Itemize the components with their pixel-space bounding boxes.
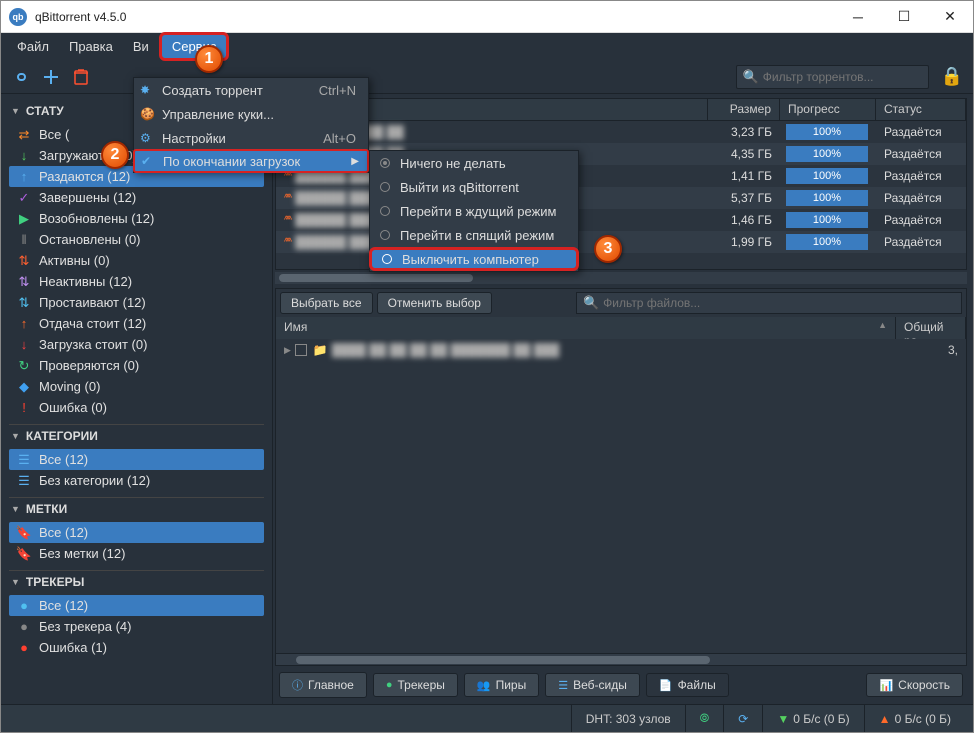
window-title: qBittorrent v4.5.0 [35, 10, 835, 24]
sidebar-item[interactable]: ⇅Активны (0) [9, 250, 264, 271]
torrent-row[interactable]: ^^^██████ ████ ██3,23 ГБ100%Раздаётся [276, 121, 966, 143]
onfinish-submenu: Ничего не делать Выйти из qBittorrent Пе… [369, 150, 579, 272]
detail-tabs: ⓘГлавное ●Трекеры 👥Пиры ☰Веб-сиды 📄Файлы… [275, 670, 967, 700]
menu-file[interactable]: Файл [7, 35, 59, 58]
sidebar-item[interactable]: ▶Возобновлены (12) [9, 208, 264, 229]
status-ul[interactable]: ▲0 Б/с (0 Б) [864, 705, 965, 732]
file-col-size[interactable]: Общий ра [896, 317, 966, 339]
sidebar-item[interactable]: ☰Без категории (12) [9, 470, 264, 491]
tab-trackers[interactable]: ●Трекеры [373, 673, 458, 697]
menu-cookies[interactable]: 🍪Управление куки... [134, 102, 368, 126]
file-name: ████ ██ ██ ██ ██ ███████ ██ ███ [332, 343, 559, 357]
tab-webseeds[interactable]: ☰Веб-сиды [545, 673, 640, 697]
submenu-exit[interactable]: Выйти из qBittorrent [370, 175, 578, 199]
status-net-icon[interactable]: ⦾ [685, 705, 724, 732]
sidebar-item[interactable]: ⇅Простаивают (12) [9, 292, 264, 313]
torrent-hscroll[interactable] [275, 272, 967, 284]
sidebar-head-tags[interactable]: ▼МЕТКИ [9, 497, 264, 522]
status-dl[interactable]: ▼0 Б/с (0 Б) [762, 705, 863, 732]
sidebar-item[interactable]: ‖Остановлены (0) [9, 229, 264, 250]
menu-settings[interactable]: ⚙НастройкиAlt+O [134, 126, 368, 150]
sidebar-item[interactable]: ●Ошибка (1) [9, 637, 264, 658]
file-filter-input[interactable] [603, 296, 955, 310]
submenu-shutdown[interactable]: Выключить компьютер [369, 247, 579, 271]
minimize-button[interactable]: ─ [835, 1, 881, 33]
sidebar-item[interactable]: !Ошибка (0) [9, 397, 264, 418]
submenu-suspend[interactable]: Перейти в ждущий режим [370, 199, 578, 223]
sidebar-item[interactable]: ●Все (12) [9, 595, 264, 616]
delete-icon[interactable] [67, 64, 95, 90]
add-icon[interactable] [37, 64, 65, 90]
submenu-hibernate[interactable]: Перейти в спящий режим [370, 223, 578, 247]
menubar: Файл Правка Ви Сервис [1, 33, 973, 60]
sidebar-item[interactable]: ↓Загрузка стоит (0) [9, 334, 264, 355]
callout-1: 1 [195, 45, 223, 73]
maximize-button[interactable]: ☐ [881, 1, 927, 33]
sidebar-head-trackers[interactable]: ▼ТРЕКЕРЫ [9, 570, 264, 595]
sidebar-item[interactable]: ◆Moving (0) [9, 376, 264, 397]
col-status[interactable]: Статус [876, 99, 966, 120]
callout-3: 3 [594, 235, 622, 263]
sidebar-item[interactable]: ⇅Неактивны (12) [9, 271, 264, 292]
search-icon: 🔍 [583, 295, 599, 311]
file-col-name[interactable]: Имя▲ [276, 317, 896, 339]
file-row[interactable]: ▶ 📁 ████ ██ ██ ██ ██ ███████ ██ ███ 3, [276, 339, 966, 361]
select-all-button[interactable]: Выбрать все [280, 292, 373, 314]
tab-files[interactable]: 📄Файлы [646, 673, 729, 697]
tab-speed[interactable]: 📊Скорость [866, 673, 963, 697]
menu-create-torrent[interactable]: ✸Создать торрентCtrl+N [134, 78, 368, 102]
torrent-header: Размер Прогресс Статус [276, 99, 966, 121]
sidebar-item[interactable]: 🔖Без метки (12) [9, 543, 264, 564]
torrent-filter-input[interactable] [763, 70, 922, 84]
sidebar-item[interactable]: ☰Все (12) [9, 449, 264, 470]
col-progress[interactable]: Прогресс [780, 99, 876, 120]
col-size[interactable]: Размер [708, 99, 780, 120]
file-filter[interactable]: 🔍 [576, 292, 962, 314]
detail-panel: Выбрать все Отменить выбор 🔍 Имя▲ Общий … [275, 288, 967, 666]
deselect-button[interactable]: Отменить выбор [377, 292, 492, 314]
tab-peers[interactable]: 👥Пиры [464, 673, 539, 697]
sidebar-item[interactable]: ↑Отдача стоит (12) [9, 313, 264, 334]
callout-2: 2 [101, 141, 129, 169]
detail-toolbar: Выбрать все Отменить выбор 🔍 [276, 289, 966, 317]
file-checkbox[interactable] [295, 344, 307, 356]
detail-hscroll[interactable] [276, 653, 966, 665]
status-alt-icon[interactable]: ⟳ [723, 705, 762, 732]
menu-edit[interactable]: Правка [59, 35, 123, 58]
sidebar-item[interactable]: ✓Завершены (12) [9, 187, 264, 208]
file-body: ▶ 📁 ████ ██ ██ ██ ██ ███████ ██ ███ 3, [276, 339, 966, 653]
status-dht[interactable]: DHT: 303 узлов [571, 705, 685, 732]
sidebar-head-categories[interactable]: ▼КАТЕГОРИИ [9, 424, 264, 449]
torrent-filter[interactable]: 🔍 [736, 65, 929, 89]
menu-on-finish[interactable]: ✔По окончании загрузок▶ [133, 149, 369, 173]
app-icon: qb [9, 8, 27, 26]
app-window: qb qBittorrent v4.5.0 ─ ☐ ✕ Файл Правка … [0, 0, 974, 733]
lock-icon[interactable]: 🔒 [941, 66, 963, 87]
menu-view[interactable]: Ви [123, 35, 159, 58]
statusbar: DHT: 303 узлов ⦾ ⟳ ▼0 Б/с (0 Б) ▲0 Б/с (… [1, 704, 973, 732]
sidebar-item[interactable]: ↻Проверяются (0) [9, 355, 264, 376]
search-icon: 🔍 [743, 69, 759, 85]
tab-general[interactable]: ⓘГлавное [279, 672, 367, 698]
sidebar-item[interactable]: 🔖Все (12) [9, 522, 264, 543]
titlebar: qb qBittorrent v4.5.0 ─ ☐ ✕ [1, 1, 973, 33]
sidebar: ▼СТАТУ ⇄Все (↓Загружаются (0)↑Раздаются … [1, 94, 273, 704]
close-button[interactable]: ✕ [927, 1, 973, 33]
link-icon[interactable] [7, 64, 35, 90]
tools-menu: ✸Создать торрентCtrl+N 🍪Управление куки.… [133, 77, 369, 173]
submenu-nothing[interactable]: Ничего не делать [370, 151, 578, 175]
sidebar-item[interactable]: ●Без трекера (4) [9, 616, 264, 637]
file-header: Имя▲ Общий ра [276, 317, 966, 339]
